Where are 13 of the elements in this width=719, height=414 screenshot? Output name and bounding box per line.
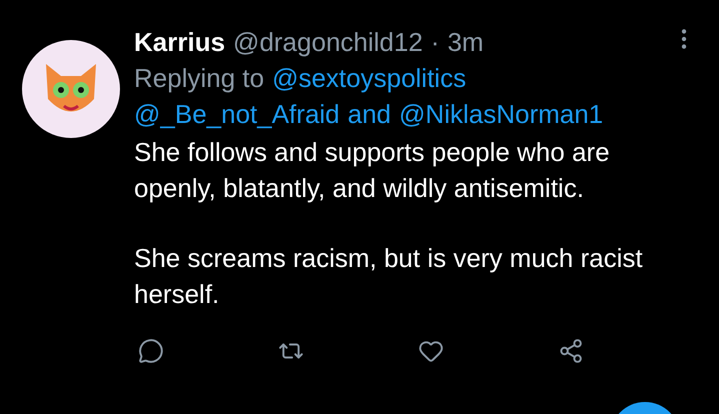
mention-link[interactable]: @sextoyspolitics (272, 60, 466, 96)
share-icon[interactable] (558, 338, 584, 364)
mention-link[interactable]: @NiklasNorman1 (399, 96, 604, 132)
replying-to-label: Replying to (134, 62, 264, 95)
mention-link[interactable]: @_Be_not_Afraid (134, 96, 340, 132)
tweet-paragraph: She follows and supports people who are openly, blatantly, and wildly antisemitic. (134, 136, 611, 205)
timestamp[interactable]: 3m (447, 24, 484, 60)
author-name[interactable]: Karrius (134, 24, 226, 60)
separator-dot: · (430, 26, 440, 59)
reply-icon[interactable] (138, 338, 164, 364)
conjunction-text: and (348, 98, 392, 131)
author-handle[interactable]: @dragonchild12 (233, 24, 423, 60)
tweet-paragraph: She screams racism, but is very much racist herself. (134, 242, 644, 311)
